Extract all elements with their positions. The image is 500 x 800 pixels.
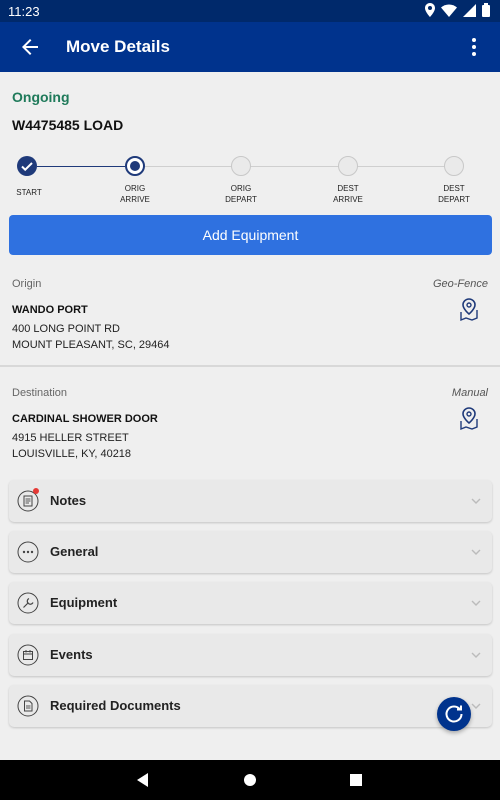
accordion-notes[interactable]: Notes bbox=[9, 480, 492, 522]
destination-map-icon[interactable] bbox=[459, 407, 479, 431]
step-dest-depart bbox=[444, 156, 464, 176]
chevron-down-icon bbox=[471, 600, 481, 606]
accordion-general-label: General bbox=[50, 544, 99, 559]
nav-back-icon[interactable] bbox=[134, 770, 154, 790]
destination-name: CARDINAL SHOWER DOOR bbox=[12, 413, 158, 425]
nav-recents-icon[interactable] bbox=[346, 770, 366, 790]
add-equipment-button[interactable]: Add Equipment bbox=[9, 215, 492, 255]
nav-home-icon[interactable] bbox=[240, 770, 260, 790]
step-label-start: START bbox=[16, 188, 42, 197]
origin-map-icon[interactable] bbox=[459, 298, 479, 322]
system-nav-bar bbox=[0, 760, 500, 800]
refresh-icon bbox=[445, 705, 463, 723]
chevron-down-icon bbox=[471, 703, 481, 709]
origin-tag: Geo-Fence bbox=[432, 278, 488, 290]
chevron-down-icon bbox=[471, 498, 481, 504]
destination-tag: Manual bbox=[451, 387, 488, 399]
section-divider bbox=[0, 365, 500, 367]
chevron-down-icon bbox=[471, 549, 481, 555]
status-icons bbox=[425, 3, 490, 17]
status-time: 11:23 bbox=[8, 4, 40, 19]
step-label-dest-arrive: DEST ARRIVE bbox=[333, 184, 363, 204]
current-step-dot bbox=[130, 161, 140, 171]
step-orig-depart bbox=[231, 156, 251, 176]
step-label-dest-depart: DEST DEPART bbox=[438, 184, 470, 204]
more-circle-icon bbox=[17, 541, 39, 563]
origin-name: WANDO PORT bbox=[12, 304, 88, 316]
step-orig-arrive bbox=[125, 156, 145, 176]
stepper-line-complete bbox=[37, 166, 125, 167]
calendar-icon bbox=[17, 644, 39, 666]
load-number: W4475485 LOAD bbox=[12, 117, 124, 133]
battery-icon bbox=[482, 3, 490, 17]
accordion-equipment[interactable]: Equipment bbox=[9, 582, 492, 624]
chevron-down-icon bbox=[471, 652, 481, 658]
step-label-orig-depart: ORIG DEPART bbox=[225, 184, 257, 204]
check-icon bbox=[21, 162, 33, 172]
signal-icon bbox=[463, 3, 476, 17]
accordion-equipment-label: Equipment bbox=[50, 595, 118, 610]
accordion-events[interactable]: Events bbox=[9, 634, 492, 676]
destination-label: Destination bbox=[12, 387, 68, 399]
wifi-icon bbox=[441, 4, 457, 17]
destination-address-line1: 4915 HELLER STREET bbox=[12, 432, 129, 444]
status-bar: 11:23 bbox=[0, 0, 500, 22]
accordion-required-documents[interactable]: Required Documents bbox=[9, 685, 492, 727]
accordion-events-label: Events bbox=[50, 647, 93, 662]
move-details-content: Ongoing W4475485 LOAD START ORIG ARRIVE O… bbox=[0, 72, 500, 760]
more-vert-icon[interactable] bbox=[466, 36, 482, 58]
origin-address-line1: 400 LONG POINT RD bbox=[12, 323, 120, 335]
refresh-button[interactable] bbox=[437, 697, 471, 731]
page-title: Move Details bbox=[66, 37, 170, 56]
step-start bbox=[17, 156, 37, 176]
wrench-icon bbox=[17, 592, 39, 614]
origin-address-line2: MOUNT PLEASANT, SC, 29464 bbox=[12, 339, 170, 351]
origin-label: Origin bbox=[12, 278, 42, 290]
location-icon bbox=[425, 3, 435, 17]
accordion-required-documents-label: Required Documents bbox=[50, 698, 181, 713]
accordion-general[interactable]: General bbox=[9, 531, 492, 573]
accordion-notes-label: Notes bbox=[50, 493, 87, 508]
back-arrow-icon[interactable] bbox=[18, 35, 42, 59]
notification-dot bbox=[33, 488, 39, 494]
move-status: Ongoing bbox=[12, 89, 70, 105]
step-dest-arrive bbox=[338, 156, 358, 176]
step-label-orig-arrive: ORIG ARRIVE bbox=[120, 184, 150, 204]
stepper-line-pending bbox=[145, 166, 445, 167]
app-bar: Move Details bbox=[0, 22, 500, 72]
document-icon bbox=[17, 695, 39, 717]
destination-address-line2: LOUISVILLE, KY, 40218 bbox=[12, 448, 132, 460]
